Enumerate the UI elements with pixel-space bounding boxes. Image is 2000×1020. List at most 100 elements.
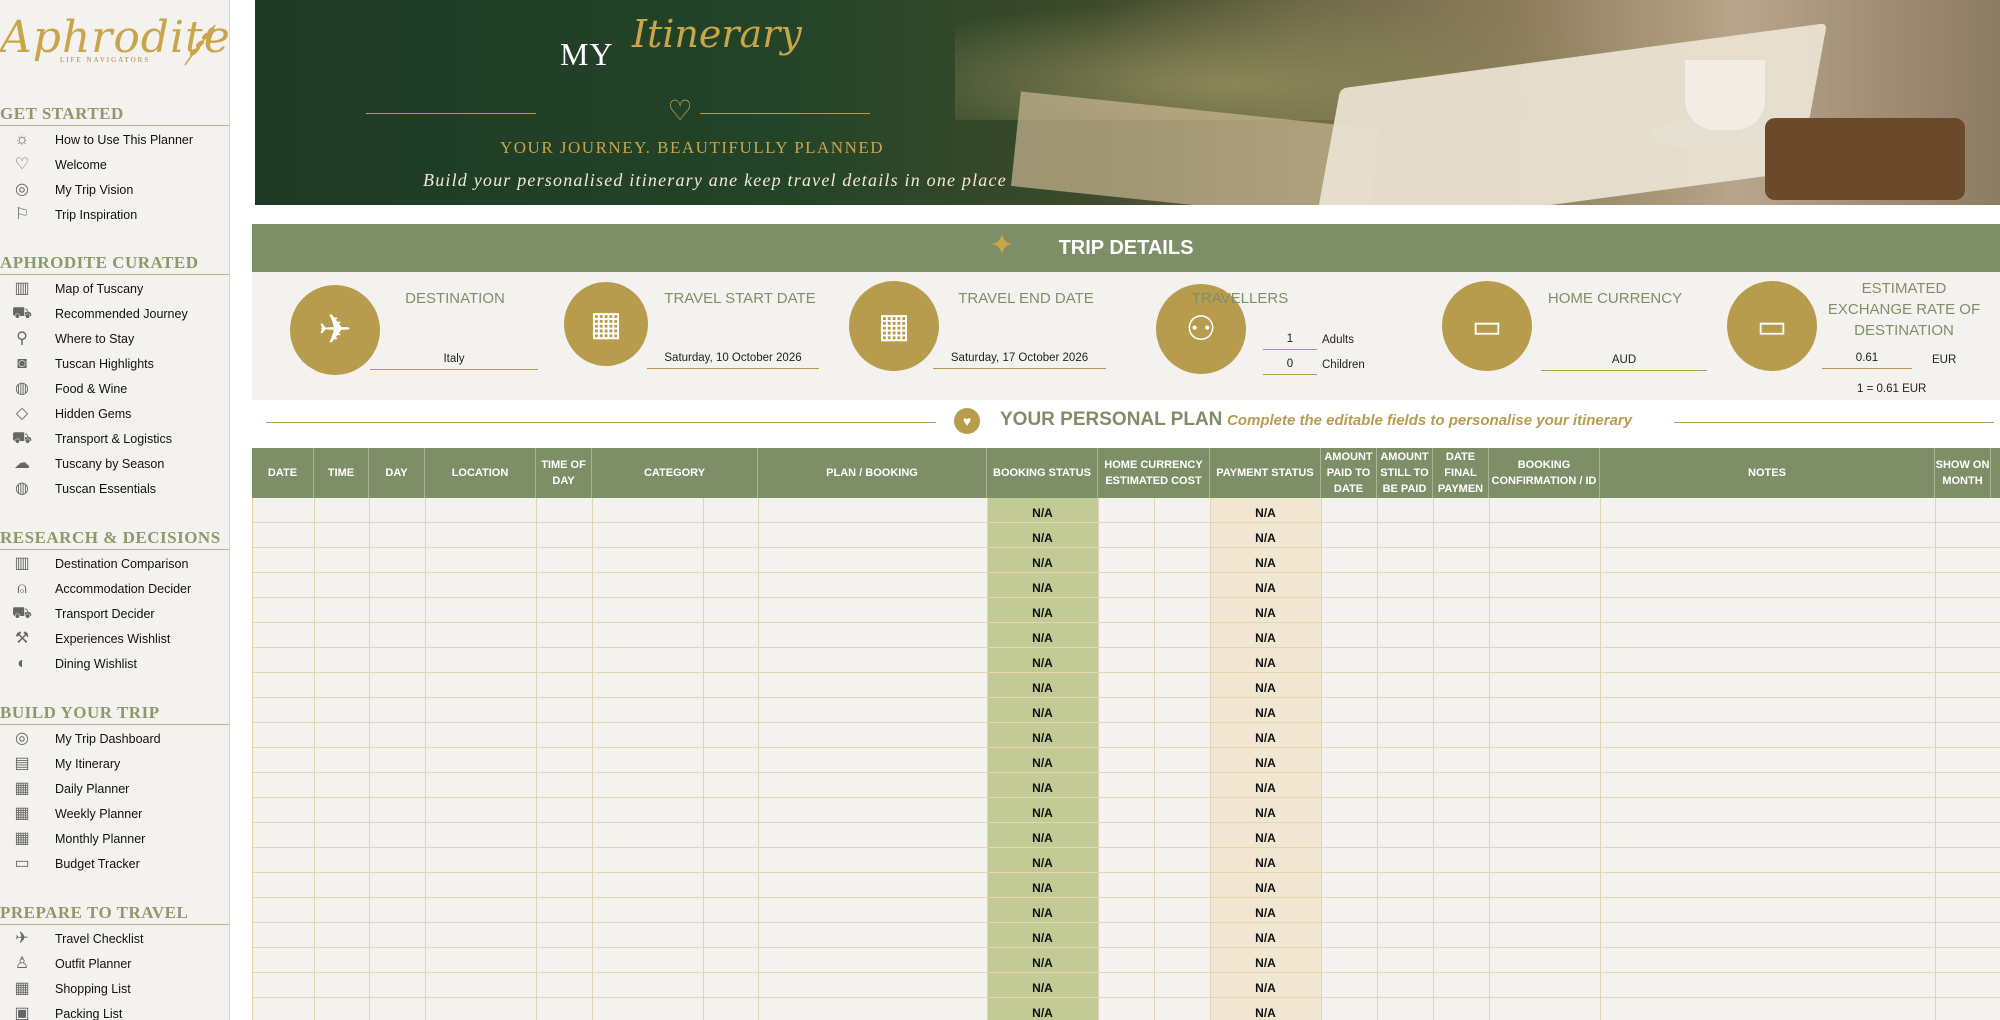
payment-status-cell[interactable]: N/A xyxy=(1210,831,1321,845)
booking-status-cell[interactable]: N/A xyxy=(987,531,1098,545)
table-row[interactable] xyxy=(252,597,2000,598)
payment-status-cell[interactable]: N/A xyxy=(1210,956,1321,970)
table-row[interactable] xyxy=(252,697,2000,698)
booking-status-cell[interactable]: N/A xyxy=(987,681,1098,695)
payment-status-cell[interactable]: N/A xyxy=(1210,631,1321,645)
table-row[interactable] xyxy=(252,897,2000,898)
booking-status-cell[interactable]: N/A xyxy=(987,756,1098,770)
table-row[interactable] xyxy=(252,647,2000,648)
payment-status-cell[interactable]: N/A xyxy=(1210,706,1321,720)
sidebar-item[interactable]: ▣ Packing List xyxy=(0,1003,229,1020)
booking-status-cell[interactable]: N/A xyxy=(987,956,1098,970)
start-date-field[interactable]: Saturday, 10 October 2026 xyxy=(647,352,819,369)
booking-status-cell[interactable]: N/A xyxy=(987,981,1098,995)
table-row[interactable] xyxy=(252,947,2000,948)
sidebar-item-label: Transport Decider xyxy=(55,607,155,621)
payment-status-cell[interactable]: N/A xyxy=(1210,531,1321,545)
sidebar-item[interactable]: ▭ Budget Tracker xyxy=(0,853,229,877)
table-row[interactable] xyxy=(252,997,2000,998)
sidebar-item[interactable]: ◍ Food & Wine xyxy=(0,378,229,402)
sidebar-item[interactable]: ⚲ Where to Stay xyxy=(0,328,229,352)
booking-status-cell[interactable]: N/A xyxy=(987,906,1098,920)
booking-status-cell[interactable]: N/A xyxy=(987,631,1098,645)
home-currency-field[interactable]: AUD xyxy=(1541,354,1707,371)
sidebar-item[interactable]: ▦ Weekly Planner xyxy=(0,803,229,827)
table-row[interactable] xyxy=(252,872,2000,873)
brand-logo[interactable]: Aphrodite LIFE NAVIGATORS xyxy=(0,8,229,74)
booking-status-cell[interactable]: N/A xyxy=(987,856,1098,870)
table-row[interactable] xyxy=(252,547,2000,548)
sidebar-item[interactable]: ☁ Tuscany by Season xyxy=(0,453,229,477)
sidebar-item[interactable]: ⛟ Recommended Journey xyxy=(0,303,229,327)
booking-status-cell[interactable]: N/A xyxy=(987,581,1098,595)
booking-status-cell[interactable]: N/A xyxy=(987,931,1098,945)
payment-status-cell[interactable]: N/A xyxy=(1210,556,1321,570)
sidebar-item[interactable]: ▥ Map of Tuscany xyxy=(0,278,229,302)
sidebar-item[interactable]: ◍ Tuscan Essentials xyxy=(0,478,229,502)
end-date-field[interactable]: Saturday, 17 October 2026 xyxy=(933,352,1106,369)
sidebar-item[interactable]: ⛟ Transport Decider xyxy=(0,603,229,627)
table-row[interactable] xyxy=(252,922,2000,923)
payment-status-cell[interactable]: N/A xyxy=(1210,581,1321,595)
payment-status-cell[interactable]: N/A xyxy=(1210,506,1321,520)
sidebar-item[interactable]: ⍝ Accommodation Decider xyxy=(0,578,229,602)
payment-status-cell[interactable]: N/A xyxy=(1210,906,1321,920)
sidebar-item[interactable]: ♡ Welcome xyxy=(0,154,229,178)
sidebar-item[interactable]: ◎ My Trip Dashboard xyxy=(0,728,229,752)
payment-status-cell[interactable]: N/A xyxy=(1210,731,1321,745)
table-row[interactable] xyxy=(252,572,2000,573)
sidebar-item[interactable]: ▦ Daily Planner xyxy=(0,778,229,802)
children-count-field[interactable]: 0 xyxy=(1263,358,1317,375)
sidebar-item[interactable]: ☼ How to Use This Planner xyxy=(0,129,229,153)
sidebar-item[interactable]: ◐ Dining Wishlist xyxy=(0,653,229,677)
booking-status-cell[interactable]: N/A xyxy=(987,781,1098,795)
booking-status-cell[interactable]: N/A xyxy=(987,556,1098,570)
booking-status-cell[interactable]: N/A xyxy=(987,881,1098,895)
sidebar-item[interactable]: ✈ Travel Checklist xyxy=(0,928,229,952)
table-row[interactable] xyxy=(252,847,2000,848)
payment-status-cell[interactable]: N/A xyxy=(1210,981,1321,995)
sidebar-item[interactable]: ⚐ Trip Inspiration xyxy=(0,204,229,228)
table-row[interactable] xyxy=(252,797,2000,798)
destination-field[interactable]: Italy xyxy=(370,353,538,370)
payment-status-cell[interactable]: N/A xyxy=(1210,756,1321,770)
table-row[interactable] xyxy=(252,522,2000,523)
sidebar-item[interactable]: ♙ Outfit Planner xyxy=(0,953,229,977)
payment-status-cell[interactable]: N/A xyxy=(1210,656,1321,670)
payment-status-cell[interactable]: N/A xyxy=(1210,781,1321,795)
sidebar-item[interactable]: ◇ Hidden Gems xyxy=(0,403,229,427)
booking-status-cell[interactable]: N/A xyxy=(987,606,1098,620)
table-row[interactable] xyxy=(252,622,2000,623)
sidebar-item[interactable]: ◎ My Trip Vision xyxy=(0,179,229,203)
table-row[interactable] xyxy=(252,822,2000,823)
table-row[interactable] xyxy=(252,772,2000,773)
payment-status-cell[interactable]: N/A xyxy=(1210,931,1321,945)
sidebar-item[interactable]: ⛟ Transport & Logistics xyxy=(0,428,229,452)
adults-count-field[interactable]: 1 xyxy=(1263,333,1317,350)
sidebar-item[interactable]: ◙ Tuscan Highlights xyxy=(0,353,229,377)
booking-status-cell[interactable]: N/A xyxy=(987,706,1098,720)
sidebar-item[interactable]: ▦ Monthly Planner xyxy=(0,828,229,852)
table-row[interactable] xyxy=(252,972,2000,973)
booking-status-cell[interactable]: N/A xyxy=(987,1006,1098,1020)
table-row[interactable] xyxy=(252,722,2000,723)
sidebar-item[interactable]: ▦ Shopping List xyxy=(0,978,229,1002)
table-row[interactable] xyxy=(252,747,2000,748)
booking-status-cell[interactable]: N/A xyxy=(987,806,1098,820)
exchange-rate-field[interactable]: 0.61 xyxy=(1822,352,1912,369)
payment-status-cell[interactable]: N/A xyxy=(1210,1006,1321,1020)
booking-status-cell[interactable]: N/A xyxy=(987,731,1098,745)
payment-status-cell[interactable]: N/A xyxy=(1210,681,1321,695)
sidebar-item[interactable]: ▥ Destination Comparison xyxy=(0,553,229,577)
payment-status-cell[interactable]: N/A xyxy=(1210,856,1321,870)
payment-status-cell[interactable]: N/A xyxy=(1210,806,1321,820)
payment-status-cell[interactable]: N/A xyxy=(1210,881,1321,895)
booking-status-cell[interactable]: N/A xyxy=(987,506,1098,520)
booking-status-cell[interactable]: N/A xyxy=(987,831,1098,845)
table-row[interactable] xyxy=(252,672,2000,673)
sidebar-item[interactable]: ⚒ Experiences Wishlist xyxy=(0,628,229,652)
booking-status-cell[interactable]: N/A xyxy=(987,656,1098,670)
sidebar-item[interactable]: ▤ My Itinerary xyxy=(0,753,229,777)
payment-status-cell[interactable]: N/A xyxy=(1210,606,1321,620)
column-header: LOCATION xyxy=(425,448,536,498)
